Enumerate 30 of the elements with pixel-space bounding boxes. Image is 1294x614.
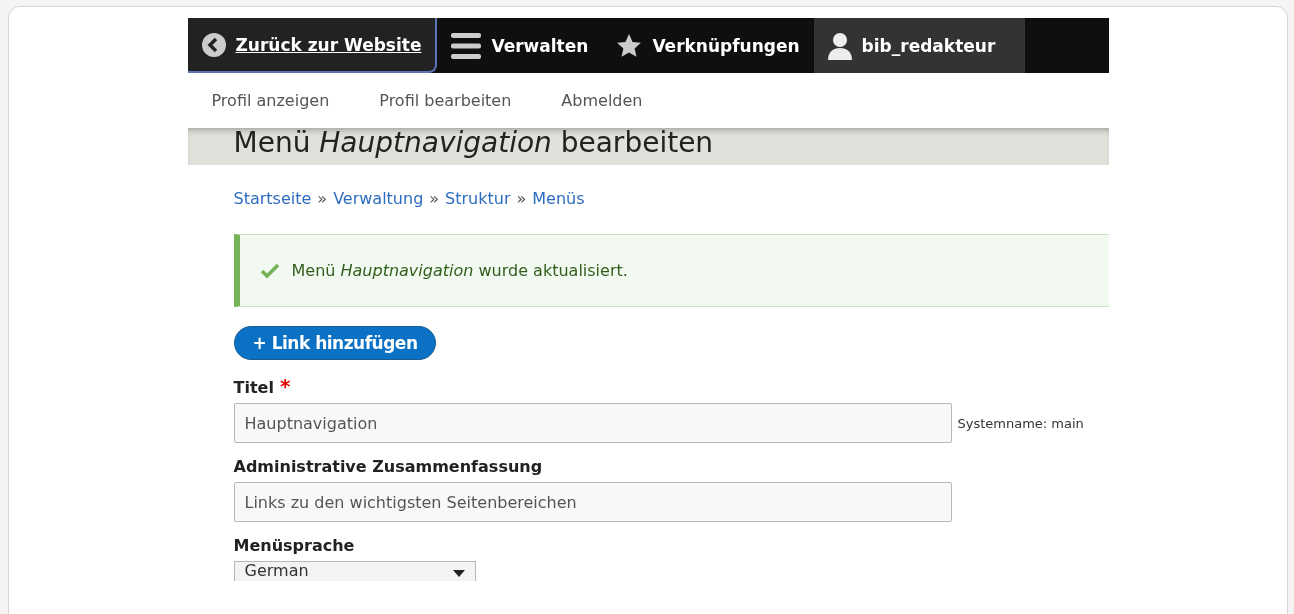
field-label: Administrative Zusammenfassung [233,457,543,476]
breadcrumb-link[interactable]: Verwaltung [333,189,424,208]
toolbar-link[interactable]: Verknüpfungen [602,18,814,73]
breadcrumb-link[interactable]: Menüs [532,189,585,208]
language-select[interactable]: German [233,561,476,581]
tray-link[interactable]: Profil anzeigen [211,91,330,110]
toolbar-link[interactable]: Zurück zur Website [187,18,438,73]
breadcrumb-separator: » [516,189,527,208]
star-icon [616,32,643,59]
required-mark: * [279,378,291,397]
machine-name: Systemname: main [957,415,1084,431]
user-icon [827,31,852,60]
breadcrumb-separator: » [429,189,440,208]
text-field[interactable]: Links zu den wichtigsten Seitenbereichen [233,482,952,522]
page-title: Menü Hauptnavigation bearbeiten [233,129,714,157]
check-icon [259,262,280,279]
text-field[interactable]: Hauptnavigation [233,403,952,443]
tray-link[interactable]: Abmelden [561,91,643,110]
toolbar-link[interactable]: Verwalten [437,18,603,73]
breadcrumb-link[interactable]: Startseite [233,189,312,208]
tray-link[interactable]: Profil bearbeiten [379,91,512,110]
toolbar-link[interactable]: bib_redakteur [813,18,1026,73]
menu-icon [451,30,482,61]
caret-icon [452,570,465,578]
add-link-button[interactable]: + Link hinzufügen [233,326,437,360]
field-label: Menüsprache [233,536,355,555]
field-label: Titel [233,378,274,397]
breadcrumb-separator: » [317,189,328,208]
breadcrumb-link[interactable]: Struktur [445,189,511,208]
message-text: Menü Hauptnavigation wurde aktualisiert. [291,261,628,280]
